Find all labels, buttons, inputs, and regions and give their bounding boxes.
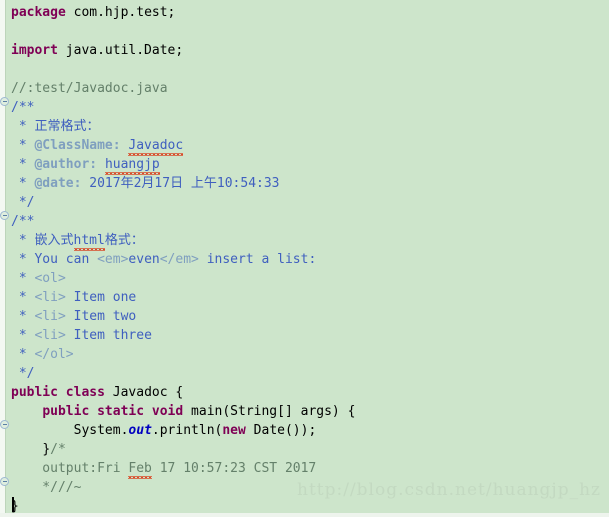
code-line[interactable]: * @date: 2017年2月17日 上午10:54:33: [6, 174, 609, 193]
keyword-public: public: [42, 404, 90, 419]
javadoc-html-ol-close: </ol>: [34, 347, 74, 362]
javadoc-star: *: [11, 271, 35, 286]
code-line[interactable]: output:Fri Feb 17 10:57:23 CST 2017: [6, 459, 609, 479]
javadoc-star: *: [11, 119, 35, 134]
code-line[interactable]: package com.hjp.test;: [6, 3, 609, 22]
package-name: com.hjp.test;: [65, 5, 176, 20]
code-line[interactable]: * @author: huangjp: [6, 155, 609, 175]
code-line-blank[interactable]: [6, 22, 609, 41]
javadoc-html-em-close: </em>: [159, 252, 199, 267]
code-line[interactable]: * <ol>: [6, 269, 609, 288]
fold-marker-class[interactable]: [0, 477, 9, 486]
code-line[interactable]: }/*: [6, 440, 609, 459]
javadoc-star: *: [11, 309, 35, 324]
code-line[interactable]: /**: [6, 212, 609, 231]
line-comment: //:test/Javadoc.java: [11, 81, 168, 96]
keyword-static: static: [97, 404, 145, 419]
javadoc-text: You can: [34, 252, 98, 267]
code-line[interactable]: public static void main(String[] args) {: [6, 402, 609, 421]
javadoc-text-html: html: [73, 233, 106, 251]
code-line[interactable]: * <li> Item three: [6, 326, 609, 345]
javadoc-star: *: [11, 252, 35, 267]
block-comment-text: 17 10:57:23 CST 2017: [151, 461, 317, 476]
javadoc-close: */: [11, 195, 35, 210]
code-line[interactable]: * You can <em>even</em> insert a list:: [6, 250, 609, 269]
csdn-watermark: http://blog.csdn.net/huangjp_hz: [297, 480, 601, 500]
fold-marker-javadoc-1[interactable]: [0, 97, 9, 106]
keyword-public: public: [11, 385, 58, 400]
code-line[interactable]: /**: [6, 98, 609, 117]
block-comment-text: output:Fri: [11, 461, 129, 476]
javadoc-close: */: [11, 366, 35, 381]
javadoc-value-classname: Javadoc: [128, 138, 184, 156]
editor-bottom-strip: [0, 513, 609, 517]
javadoc-text: 嵌入式: [34, 233, 74, 248]
class-declaration: Javadoc {: [104, 385, 184, 400]
code-line[interactable]: * 正常格式：: [6, 117, 609, 136]
block-comment-close: *///~: [11, 480, 82, 495]
javadoc-star: *: [11, 347, 35, 362]
javadoc-star: *: [11, 290, 35, 305]
code-line-blank[interactable]: [6, 60, 609, 79]
main-signature: main(String[] args) {: [183, 404, 356, 419]
code-line[interactable]: public class Javadoc {: [6, 383, 609, 402]
javadoc-open: /**: [11, 100, 35, 115]
keyword-package: package: [11, 5, 66, 20]
java-code-editor[interactable]: package com.hjp.test; import java.util.D…: [0, 0, 609, 517]
keyword-new: new: [222, 423, 246, 438]
javadoc-text: Item two: [65, 309, 137, 324]
code-line[interactable]: * @ClassName: Javadoc: [6, 136, 609, 156]
import-name: java.util.Date;: [57, 43, 184, 58]
keyword-import: import: [11, 43, 58, 58]
javadoc-html-li: <li>: [34, 309, 66, 324]
javadoc-html-li: <li>: [34, 328, 66, 343]
date-ctor: Date());: [245, 423, 317, 438]
closing-brace: }: [42, 442, 51, 457]
javadoc-open: /**: [11, 214, 35, 229]
block-comment-open: /*: [50, 442, 66, 457]
javadoc-text: 格式：: [104, 233, 144, 248]
code-line[interactable]: * </ol>: [6, 345, 609, 364]
javadoc-value-date: 2017年2月17日 上午10:54:33: [89, 176, 280, 191]
javadoc-tag-classname: @ClassName:: [34, 138, 121, 153]
javadoc-text: 正常格式：: [34, 119, 100, 134]
code-line[interactable]: //:test/Javadoc.java: [6, 79, 609, 98]
println-call: .println(: [151, 423, 223, 438]
keyword-class: class: [65, 385, 105, 400]
javadoc-text: insert a list:: [198, 252, 317, 267]
text-caret: [12, 497, 14, 512]
javadoc-star: *: [11, 138, 35, 153]
code-line[interactable]: */: [6, 364, 609, 383]
javadoc-text-even: even: [128, 252, 160, 267]
javadoc-tag-author: @author:: [34, 157, 98, 172]
static-field-out: out: [128, 423, 152, 438]
keyword-void: void: [151, 404, 184, 419]
editor-margin-rule: [5, 0, 6, 517]
fold-marker-method[interactable]: [0, 420, 9, 429]
javadoc-tag-date: @date:: [34, 176, 82, 191]
javadoc-star: *: [11, 157, 35, 172]
code-line[interactable]: System.out.println(new Date());: [6, 421, 609, 440]
javadoc-star: *: [11, 233, 35, 248]
javadoc-text: Item three: [65, 328, 152, 343]
javadoc-value-author: huangjp: [104, 157, 160, 175]
code-line[interactable]: * <li> Item two: [6, 307, 609, 326]
javadoc-html-li: <li>: [34, 290, 66, 305]
block-comment-feb: Feb: [128, 461, 153, 479]
code-line[interactable]: import java.util.Date;: [6, 41, 609, 60]
system-ref: System.: [73, 423, 129, 438]
javadoc-html-em-open: <em>: [97, 252, 129, 267]
fold-marker-javadoc-2[interactable]: [0, 211, 9, 220]
code-line[interactable]: * <li> Item one: [6, 288, 609, 307]
javadoc-star: *: [11, 328, 35, 343]
code-line[interactable]: */: [6, 193, 609, 212]
javadoc-text: Item one: [65, 290, 137, 305]
code-content[interactable]: package com.hjp.test; import java.util.D…: [6, 3, 609, 516]
javadoc-html-ol-open: <ol>: [34, 271, 66, 286]
code-line[interactable]: * 嵌入式html格式：: [6, 231, 609, 251]
javadoc-star: *: [11, 176, 35, 191]
